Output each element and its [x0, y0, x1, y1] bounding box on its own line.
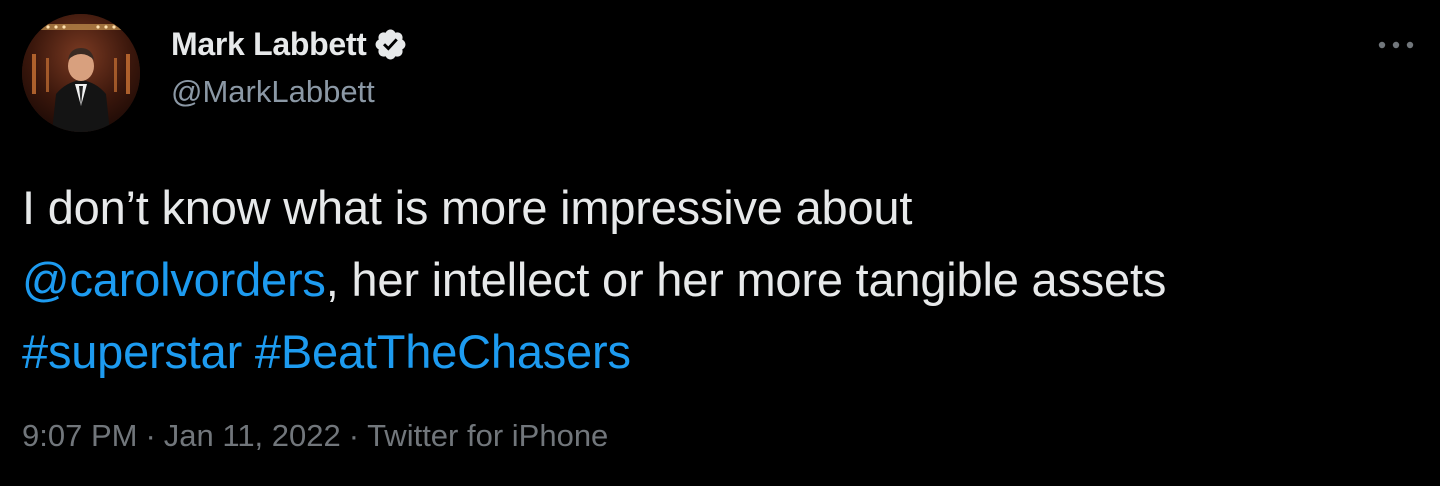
hashtag-link-beatthechasers[interactable]: #BeatTheChasers	[255, 325, 631, 378]
mention-link[interactable]: @carolvorders	[22, 253, 326, 306]
tweet-date[interactable]: Jan 11, 2022	[164, 418, 341, 453]
hashtag-link-superstar[interactable]: #superstar	[22, 325, 242, 378]
tweet-source[interactable]: Twitter for iPhone	[367, 418, 608, 453]
more-options-button[interactable]	[1374, 30, 1418, 60]
author-display-name[interactable]: Mark Labbett	[171, 26, 367, 63]
avatar[interactable]	[22, 14, 140, 132]
tweet-text-line-2-rest: , her intellect or her more tangible ass…	[325, 253, 1167, 306]
tweet-meta: 9:07 PM · Jan 11, 2022 · Twitter for iPhone	[22, 418, 608, 454]
tweet-text-line-1: I don’t know what is more impressive abo…	[22, 181, 913, 234]
tweet-text-line-3: #superstar #BeatTheChasers	[22, 316, 1422, 388]
tweet-text: I don’t know what is more impressive abo…	[22, 172, 1422, 388]
author-name-row[interactable]: Mark Labbett	[171, 24, 408, 64]
avatar-photo	[22, 14, 140, 132]
verified-badge-icon	[373, 27, 408, 62]
meta-separator: ·	[348, 418, 360, 453]
tweet-card: Mark Labbett @MarkLabbett I don’t know w…	[0, 0, 1440, 486]
tweet-time[interactable]: 9:07 PM	[22, 418, 137, 453]
more-horizontal-icon	[1378, 41, 1414, 49]
author-handle[interactable]: @MarkLabbett	[171, 74, 375, 110]
meta-separator: ·	[145, 418, 156, 453]
tweet-text-line-2: @carolvorders, her intellect or her more…	[22, 244, 1422, 316]
